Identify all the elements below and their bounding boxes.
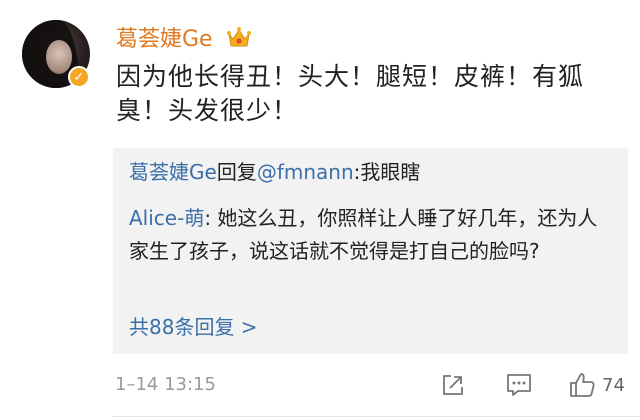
reply-line-1: 葛荟婕Ge回复@fmnann:我眼瞎 [129, 159, 420, 185]
thumbs-up-icon [570, 373, 595, 397]
like-count: 74 [602, 374, 625, 396]
divider [113, 416, 640, 417]
more-replies-link[interactable]: 共88条回复 > [129, 314, 258, 340]
comment-button[interactable] [505, 370, 533, 400]
reply-author-2[interactable]: Alice-萌 [129, 206, 204, 230]
reply-line-2: Alice-萌: 她这么丑，你照样让人睡了好几年，还为人家生了孩子，说这话就不觉… [129, 202, 611, 268]
crown-icon [227, 27, 251, 47]
verified-badge-icon: ✓ [68, 66, 90, 88]
comment-icon [507, 374, 531, 396]
like-button[interactable]: 74 [568, 370, 625, 400]
reply-author[interactable]: 葛荟婕Ge [129, 160, 217, 184]
avatar-face [46, 40, 72, 74]
reply-mention[interactable]: @fmnann [257, 160, 354, 184]
post-timestamp: 1–14 13:15 [115, 374, 216, 395]
post-username[interactable]: 葛荟婕Ge [116, 26, 213, 54]
share-button[interactable] [440, 370, 466, 400]
reply-verb: 回复 [216, 160, 257, 184]
reply-box: 葛荟婕Ge回复@fmnann:我眼瞎 Alice-萌: 她这么丑，你照样让人睡了… [113, 148, 628, 354]
reply-text: :我眼瞎 [353, 160, 421, 184]
share-icon [443, 375, 463, 395]
post-text: 因为他长得丑！头大！腿短！皮裤！有狐臭！头发很少！ [116, 62, 585, 125]
